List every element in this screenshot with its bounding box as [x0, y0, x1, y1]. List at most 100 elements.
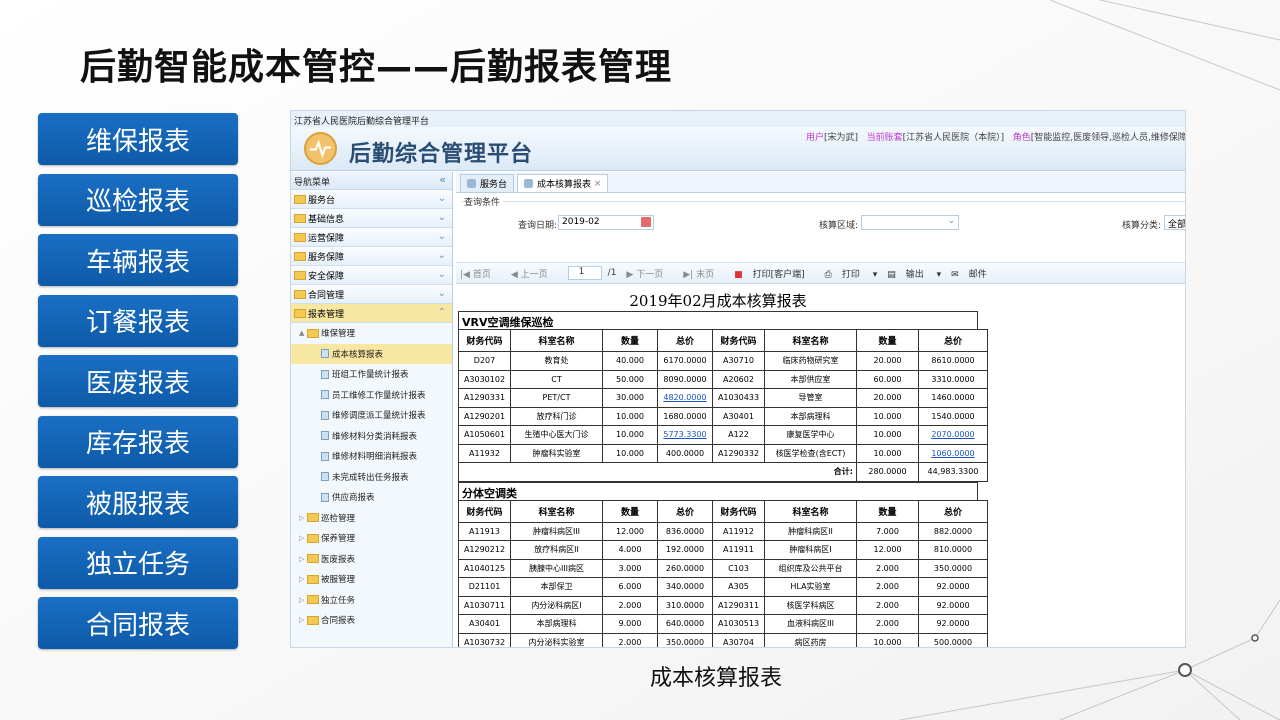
collapsed-arrow-icon[interactable]: ▷ — [299, 616, 307, 624]
side-button-inventory[interactable]: 库存报表 — [38, 415, 238, 468]
print-client-button[interactable]: ■ 打印[客户端] — [734, 267, 815, 280]
tree-item[interactable]: ▷ 医废报表 — [291, 549, 452, 570]
collapse-icon[interactable]: « — [439, 173, 446, 186]
nav-group-safety[interactable]: 安全保障 ⌄ — [291, 266, 452, 285]
tree-item[interactable]: 成本核算报表 — [291, 343, 452, 364]
table-cell: A1050601 — [458, 425, 511, 445]
page-total: /1 — [607, 268, 617, 278]
app-name: 后勤综合管理平台 — [349, 142, 534, 167]
table-cell: CT — [510, 369, 603, 389]
column-header: 总价 — [657, 329, 713, 352]
calendar-icon[interactable] — [641, 217, 651, 227]
table-cell: 400.0000 — [657, 443, 713, 463]
nav-group-contracts[interactable]: 合同管理 ⌄ — [291, 285, 452, 304]
nav-group-label: 基础信息 — [308, 214, 345, 225]
nav-group-label: 服务保障 — [308, 252, 345, 263]
side-button-independent-task[interactable]: 独立任务 — [38, 536, 238, 589]
tree-item[interactable]: 员工维修工作量统计报表 — [291, 385, 452, 406]
column-header: 财务代码 — [712, 499, 765, 523]
export-button[interactable]: ▤ 输出 ▾ — [887, 267, 941, 280]
side-button-medical-waste[interactable]: 医废报表 — [38, 355, 238, 407]
table-row: A1040125 胰腺中心III病区 3.000 260.0000 C103 组织库及公共… — [458, 558, 988, 578]
category-select[interactable]: 全部 — [1164, 215, 1186, 230]
side-button-bedding[interactable]: 被服报表 — [38, 476, 238, 528]
tree-item-label: 保养管理 — [321, 534, 356, 545]
table-cell: 6.000 — [602, 577, 658, 597]
collapsed-arrow-icon[interactable]: ▷ — [299, 596, 307, 604]
collapsed-arrow-icon[interactable]: ▷ — [299, 555, 307, 563]
mail-button[interactable]: ✉ 邮件 — [951, 267, 997, 280]
date-label: 查询日期: — [518, 221, 558, 231]
tree-item[interactable]: 维修材料分类消耗报表 — [291, 426, 452, 447]
category-value: 全部 — [1168, 220, 1186, 230]
table-cell: A305 — [712, 577, 765, 597]
tree-item[interactable]: 供应商报表 — [291, 487, 452, 508]
print-label: 打印 — [841, 269, 860, 280]
cell-link[interactable]: 5773.3300 — [657, 425, 713, 445]
side-button-contract[interactable]: 合同报表 — [38, 597, 238, 649]
nav-group-label: 运营保障 — [308, 233, 345, 244]
print-button[interactable]: ⎙ 打印 ▾ — [825, 267, 878, 280]
query-divider — [462, 201, 1185, 261]
expanded-arrow-icon[interactable]: ▲ — [299, 329, 307, 337]
area-select[interactable]: ⌄ — [861, 215, 959, 230]
nav-sidebar: 导航菜单 « 服务台 ⌄ 基础信息 ⌄ 运营保障 ⌄ 服务保障 ⌄ 安全保障 ⌄ 合同管理… — [291, 172, 453, 647]
pdf-icon: ■ — [734, 269, 743, 280]
user-info: 用户[宋为武] 当前账套[江苏省人民医院（本院）] 角色[智能监控,医废领导,巡… — [806, 130, 1185, 143]
close-icon[interactable]: × — [594, 179, 602, 189]
table-cell: 3.000 — [602, 558, 658, 578]
tab-service-desk[interactable]: 服务台 — [460, 174, 515, 192]
table-cell: C103 — [712, 558, 765, 578]
side-button-meal[interactable]: 订餐报表 — [38, 294, 238, 347]
last-page-button[interactable]: ▶| 末页 — [683, 267, 724, 280]
side-button-inspection[interactable]: 巡检报表 — [38, 173, 238, 226]
table-cell: 4.000 — [602, 540, 658, 560]
side-button-maintenance[interactable]: 维保报表 — [38, 113, 238, 165]
tree-item[interactable]: 班组工作量统计报表 — [291, 364, 452, 385]
side-button-vehicle[interactable]: 车辆报表 — [38, 234, 238, 286]
table-cell: 放疗科病区II — [510, 540, 603, 560]
tree-item-label: 成本核算报表 — [332, 349, 384, 360]
tree-item-label: 维修材料分类消耗报表 — [332, 431, 418, 442]
table-cell: 内分泌科病区I — [510, 595, 603, 615]
mail-label: 邮件 — [968, 269, 987, 280]
tree-item[interactable]: 维修材料明细消耗报表 — [291, 446, 452, 467]
nav-group-basic-info[interactable]: 基础信息 ⌄ — [291, 209, 452, 228]
date-input[interactable]: 2019-02 — [558, 215, 654, 230]
collapsed-arrow-icon[interactable]: ▷ — [299, 575, 307, 583]
report-file-icon — [321, 472, 329, 482]
first-page-button[interactable]: |◀ 首页 — [460, 267, 501, 280]
tree-item[interactable]: ▲ 维保管理 — [291, 323, 452, 344]
tree-item-label: 维保管理 — [321, 329, 356, 340]
cell-link[interactable]: 4820.0000 — [657, 388, 713, 408]
report-file-icon — [321, 492, 329, 502]
query-legend: 查询条件 — [464, 195, 504, 208]
tab-cost-report[interactable]: 成本核算报表 × — [517, 174, 609, 192]
collapsed-arrow-icon[interactable]: ▷ — [299, 534, 307, 542]
prev-page-button[interactable]: ◀ 上一页 — [511, 267, 558, 280]
cell-link[interactable]: 1060.0000 — [918, 443, 988, 463]
table-cell: 本部供应室 — [764, 369, 857, 389]
tree-item[interactable]: ▷ 保养管理 — [291, 528, 452, 549]
user-label: 用户 — [806, 133, 825, 143]
tree-item[interactable]: ▷ 独立任务 — [291, 590, 452, 611]
page-input[interactable]: 1 — [567, 266, 602, 280]
tree-item[interactable]: 未完成转出任务报表 — [291, 467, 452, 488]
table-cell: 本部病理科 — [510, 614, 603, 634]
nav-group-service-support[interactable]: 服务保障 ⌄ — [291, 247, 452, 266]
tree-item[interactable]: 维修调度派工量统计报表 — [291, 405, 452, 426]
cell-link[interactable]: 2070.0000 — [918, 425, 988, 445]
tree-item[interactable]: ▷ 合同报表 — [291, 610, 452, 631]
report-file-icon — [321, 390, 329, 400]
column-header: 财务代码 — [712, 329, 765, 352]
table-cell: HLA实验室 — [764, 577, 857, 597]
collapsed-arrow-icon[interactable]: ▷ — [299, 514, 307, 522]
nav-group-reports[interactable]: 报表管理 ⌃ — [291, 304, 452, 323]
nav-group-operations[interactable]: 运营保障 ⌄ — [291, 228, 452, 247]
chevron-up-icon: ⌃ — [437, 307, 446, 318]
nav-group-service-desk[interactable]: 服务台 ⌄ — [291, 190, 452, 209]
next-page-button[interactable]: ▶ 下一页 — [626, 267, 673, 280]
tree-item[interactable]: ▷ 被服管理 — [291, 569, 452, 590]
tree-item[interactable]: ▷ 巡检管理 — [291, 508, 452, 529]
table-cell: 2.000 — [856, 595, 919, 615]
